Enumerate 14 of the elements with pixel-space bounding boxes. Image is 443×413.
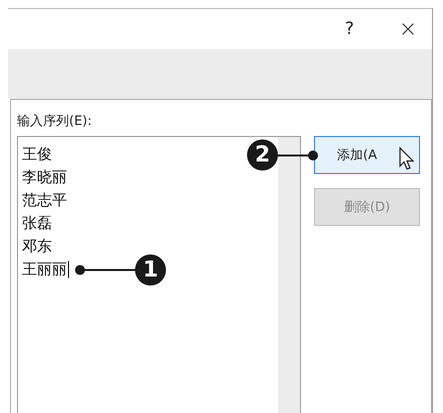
cursor-icon (399, 147, 415, 171)
scrollbar[interactable] (278, 137, 300, 413)
list-entry: 王俊 (22, 144, 52, 165)
list-entry: 王丽丽 (22, 259, 67, 280)
leader-line (75, 264, 137, 274)
add-button[interactable]: 添加(A (314, 136, 420, 174)
help-button[interactable]: ? (344, 19, 354, 39)
leader-line (278, 150, 318, 160)
list-entry: 张磊 (22, 213, 52, 234)
step-number: 1 (135, 254, 166, 285)
list-entry: 邓东 (22, 236, 52, 257)
list-entry: 范志平 (22, 190, 67, 211)
field-label: 输入序列(E): (17, 113, 92, 130)
list-entry: 李晓丽 (22, 167, 67, 188)
